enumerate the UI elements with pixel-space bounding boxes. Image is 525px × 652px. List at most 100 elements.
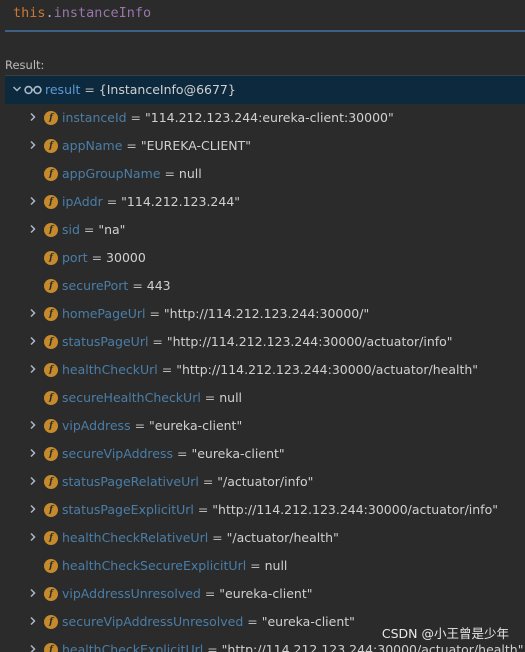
- expand-arrow-icon[interactable]: [27, 328, 39, 356]
- field-name: appName: [62, 138, 123, 153]
- field-text: secureVipAddress = "eureka-client": [62, 440, 285, 468]
- tree-row-statusPageExplicitUrl[interactable]: f statusPageExplicitUrl = "http://114.212…: [5, 496, 525, 524]
- field-value: "http://114.212.123.244:30000/actuator/i…: [212, 502, 498, 517]
- expand-arrow-icon[interactable]: [27, 580, 39, 608]
- field-icon: f: [44, 475, 58, 489]
- expression-input[interactable]: this.instanceInfo: [5, 0, 525, 32]
- field-equals: =: [200, 390, 220, 405]
- field-text: secureHealthCheckUrl = null: [62, 384, 242, 412]
- field-name: instanceId: [62, 110, 127, 125]
- field-icon: f: [44, 587, 58, 601]
- tree-row-healthCheckSecureExplicitUrl[interactable]: f healthCheckSecureExplicitUrl = null: [5, 552, 525, 580]
- field-equals: =: [102, 194, 122, 209]
- tree-row-ipAddr[interactable]: f ipAddr = "114.212.123.244": [5, 188, 525, 216]
- expand-arrow-icon[interactable]: [27, 356, 39, 384]
- tree-row-secureHealthCheckUrl[interactable]: f secureHealthCheckUrl = null: [5, 384, 525, 412]
- field-icon: f: [44, 615, 58, 629]
- field-text: appGroupName = null: [62, 160, 202, 188]
- field-value: 30000: [106, 250, 146, 265]
- expression-field: instanceInfo: [53, 5, 152, 21]
- root-eq: =: [80, 82, 99, 97]
- tree-row-instanceId[interactable]: f instanceId = "114.212.123.244:eureka-cl…: [5, 104, 525, 132]
- field-value: "114.212.123.244:eureka-client:30000": [145, 110, 394, 125]
- field-text: ipAddr = "114.212.123.244": [62, 188, 240, 216]
- expand-arrow-icon[interactable]: [27, 216, 39, 244]
- tree-row-appGroupName[interactable]: f appGroupName = null: [5, 160, 525, 188]
- field-text: sid = "na": [62, 216, 125, 244]
- field-name: homePageUrl: [62, 306, 146, 321]
- expand-arrow-icon[interactable]: [27, 132, 39, 160]
- tree-row-port[interactable]: f port = 30000: [5, 244, 525, 272]
- field-name: vipAddress: [62, 418, 131, 433]
- field-value: "http://114.212.123.244:30000/actuator/i…: [166, 334, 453, 349]
- watermark: CSDN @小王曾是少年: [381, 626, 509, 641]
- expression-dot: .: [45, 5, 54, 21]
- field-name: statusPageRelativeUrl: [62, 474, 199, 489]
- field-equals: =: [87, 250, 107, 265]
- field-icon: f: [44, 307, 58, 321]
- expand-arrow-icon[interactable]: [27, 496, 39, 524]
- field-value: "eureka-client": [261, 614, 355, 629]
- result-tree[interactable]: result = {InstanceInfo@6677} f instanceId…: [5, 75, 525, 652]
- field-text: statusPageUrl = "http://114.212.123.244:…: [62, 328, 453, 356]
- field-icon: f: [44, 531, 58, 545]
- field-icon: f: [44, 167, 58, 181]
- field-icon: f: [44, 223, 58, 237]
- field-text: healthCheckRelativeUrl = "/actuator/heal…: [62, 524, 339, 552]
- field-equals: =: [173, 446, 192, 461]
- field-text: statusPageExplicitUrl = "http://114.212.…: [62, 496, 498, 524]
- expand-arrow-icon[interactable]: [27, 300, 39, 328]
- field-value: "na": [98, 222, 126, 237]
- expand-arrow-icon[interactable]: [27, 188, 39, 216]
- expand-arrow-icon[interactable]: [27, 608, 39, 636]
- field-text: healthCheckSecureExplicitUrl = null: [62, 552, 287, 580]
- expand-arrow-icon[interactable]: [27, 412, 39, 440]
- field-equals: =: [122, 138, 141, 153]
- tree-row-securePort[interactable]: f securePort = 443: [5, 272, 525, 300]
- field-icon: f: [44, 139, 58, 153]
- field-name: ipAddr: [62, 194, 103, 209]
- field-value: "http://114.212.123.244:30000/actuator/h…: [176, 362, 479, 377]
- field-text: homePageUrl = "http://114.212.123.244:30…: [62, 300, 369, 328]
- field-name: appGroupName: [62, 166, 161, 181]
- expression-text: this.instanceInfo: [13, 5, 151, 21]
- expression-keyword: this: [13, 5, 46, 21]
- field-text: secureVipAddressUnresolved = "eureka-cli…: [62, 608, 355, 636]
- field-name: vipAddressUnresolved: [62, 586, 201, 601]
- field-text: securePort = 443: [62, 272, 171, 300]
- collapse-arrow-icon[interactable]: [11, 76, 23, 104]
- expand-arrow-icon[interactable]: [27, 104, 39, 132]
- field-value: "eureka-client": [149, 418, 243, 433]
- field-equals: =: [145, 306, 164, 321]
- tree-root-text: result = {InstanceInfo@6677}: [45, 76, 236, 104]
- expand-arrow-icon[interactable]: [27, 440, 39, 468]
- field-value: "eureka-client": [191, 446, 285, 461]
- field-icon: f: [44, 419, 58, 433]
- expand-arrow-icon[interactable]: [27, 636, 39, 652]
- field-equals: =: [160, 166, 179, 181]
- field-name: statusPageUrl: [62, 334, 149, 349]
- root-value: {InstanceInfo@6677}: [98, 82, 236, 97]
- field-equals: =: [200, 586, 220, 601]
- tree-root-row[interactable]: result = {InstanceInfo@6677}: [5, 76, 525, 104]
- tree-row-statusPageUrl[interactable]: f statusPageUrl = "http://114.212.123.244…: [5, 328, 525, 356]
- tree-row-homePageUrl[interactable]: f homePageUrl = "http://114.212.123.244:3…: [5, 300, 525, 328]
- tree-row-appName[interactable]: f appName = "EUREKA-CLIENT": [5, 132, 525, 160]
- tree-row-vipAddressUnresolved[interactable]: f vipAddressUnresolved = "eureka-client": [5, 580, 525, 608]
- field-name: healthCheckSecureExplicitUrl: [62, 558, 247, 573]
- field-name: healthCheckRelativeUrl: [62, 530, 209, 545]
- field-equals: =: [243, 614, 262, 629]
- tree-row-healthCheckRelativeUrl[interactable]: f healthCheckRelativeUrl = "/actuator/hea…: [5, 524, 525, 552]
- tree-row-sid[interactable]: f sid = "na": [5, 216, 525, 244]
- tree-row-healthCheckUrl[interactable]: f healthCheckUrl = "http://114.212.123.24…: [5, 356, 525, 384]
- field-name: sid: [62, 222, 80, 237]
- field-value: "eureka-client": [219, 586, 313, 601]
- tree-row-secureVipAddress[interactable]: f secureVipAddress = "eureka-client": [5, 440, 525, 468]
- expand-arrow-icon[interactable]: [27, 524, 39, 552]
- field-name: secureVipAddress: [62, 446, 174, 461]
- field-value: "/actuator/info": [217, 474, 314, 489]
- field-equals: =: [130, 418, 150, 433]
- expand-arrow-icon[interactable]: [27, 468, 39, 496]
- tree-row-statusPageRelativeUrl[interactable]: f statusPageRelativeUrl = "/actuator/info…: [5, 468, 525, 496]
- tree-row-vipAddress[interactable]: f vipAddress = "eureka-client": [5, 412, 525, 440]
